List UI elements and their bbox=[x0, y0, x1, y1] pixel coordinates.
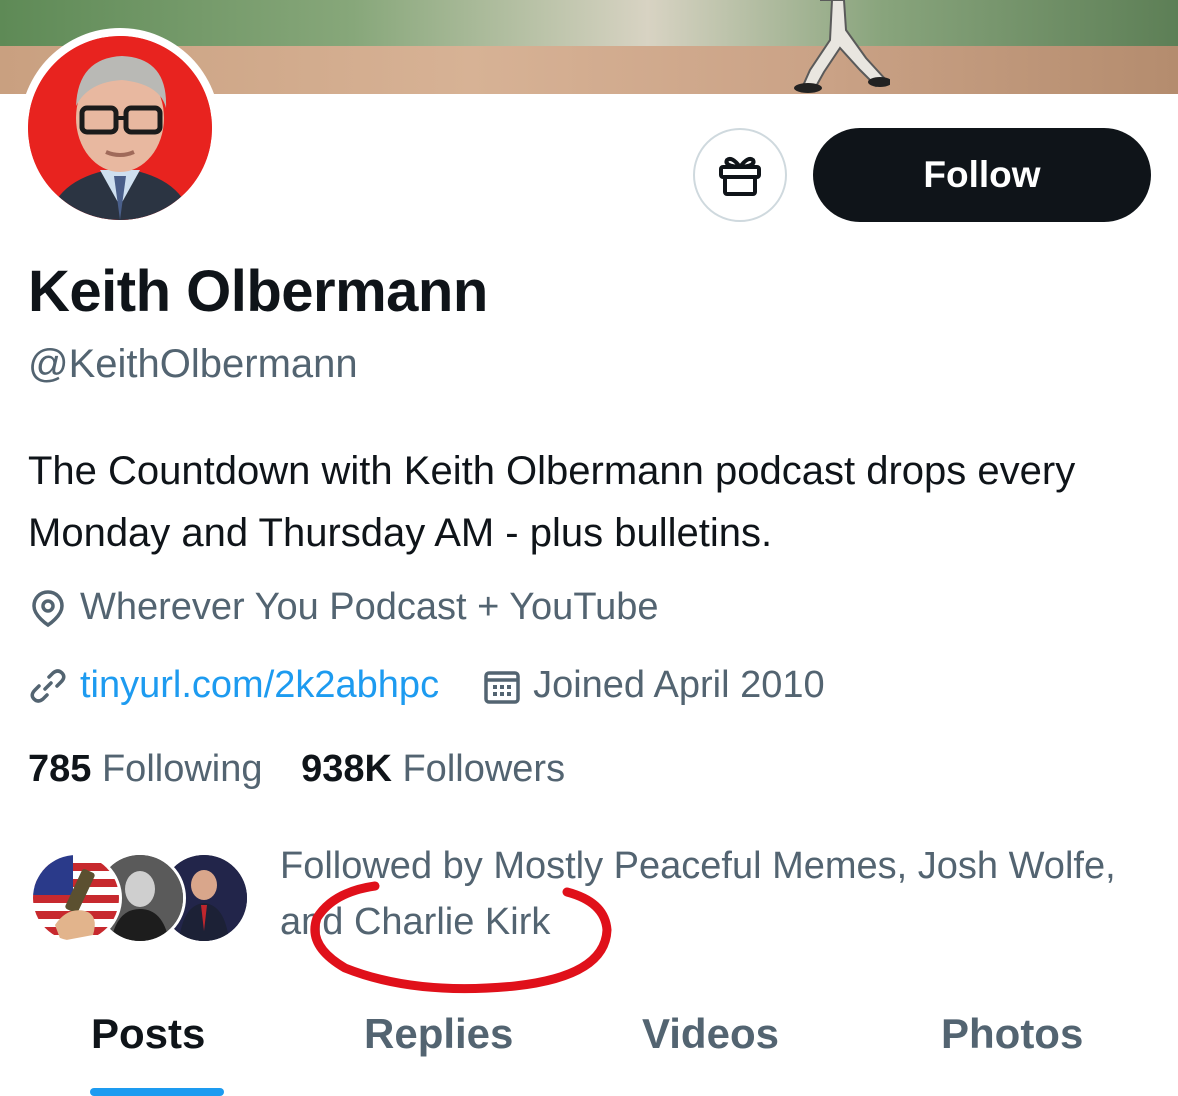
profile-meta-row: tinyurl.com/2k2abhpc Joined April 2010 bbox=[28, 664, 825, 707]
website-link[interactable]: tinyurl.com/2k2abhpc bbox=[80, 664, 439, 707]
tab-replies[interactable]: Replies bbox=[364, 1010, 513, 1058]
following-count: 785 bbox=[28, 748, 92, 790]
following-label: Following bbox=[101, 748, 263, 790]
followers-label: Followers bbox=[402, 748, 566, 790]
avatar-portrait bbox=[28, 36, 212, 220]
followed-by-avatars[interactable] bbox=[30, 852, 250, 946]
banner-wall bbox=[0, 0, 1178, 46]
profile-bio: The Countdown with Keith Olbermann podca… bbox=[28, 449, 1076, 555]
follow-button[interactable]: Follow bbox=[813, 128, 1151, 222]
profile-name: Keith Olbermann bbox=[28, 259, 488, 324]
joined-date: Joined April 2010 bbox=[533, 664, 825, 706]
followers-count: 938K bbox=[301, 748, 392, 790]
active-tab-indicator bbox=[90, 1088, 224, 1096]
profile-tabs: Posts Replies Videos Photos bbox=[0, 1000, 1178, 1094]
banner-player-figure bbox=[794, 0, 890, 93]
tab-photos[interactable]: Photos bbox=[941, 1010, 1083, 1058]
tab-posts[interactable]: Posts bbox=[91, 1010, 205, 1058]
tab-videos[interactable]: Videos bbox=[642, 1010, 779, 1058]
follower-avatar-1 bbox=[30, 852, 122, 944]
calendar-icon bbox=[484, 670, 520, 704]
profile-handle: @KeithOlbermann bbox=[28, 342, 358, 386]
red-circle-annotation bbox=[310, 881, 612, 994]
link-icon bbox=[30, 668, 66, 703]
profile-location: Wherever You Podcast + YouTube bbox=[28, 586, 659, 629]
profile-avatar[interactable] bbox=[20, 28, 220, 228]
profile-stats: 785 Following 938K Followers bbox=[28, 748, 565, 791]
followers-link[interactable]: 938K Followers bbox=[301, 748, 565, 790]
location-pin-icon bbox=[32, 589, 64, 627]
location-text: Wherever You Podcast + YouTube bbox=[80, 586, 659, 628]
gift-icon bbox=[719, 156, 761, 196]
gift-button[interactable] bbox=[693, 128, 787, 222]
following-link[interactable]: 785 Following bbox=[28, 748, 263, 790]
